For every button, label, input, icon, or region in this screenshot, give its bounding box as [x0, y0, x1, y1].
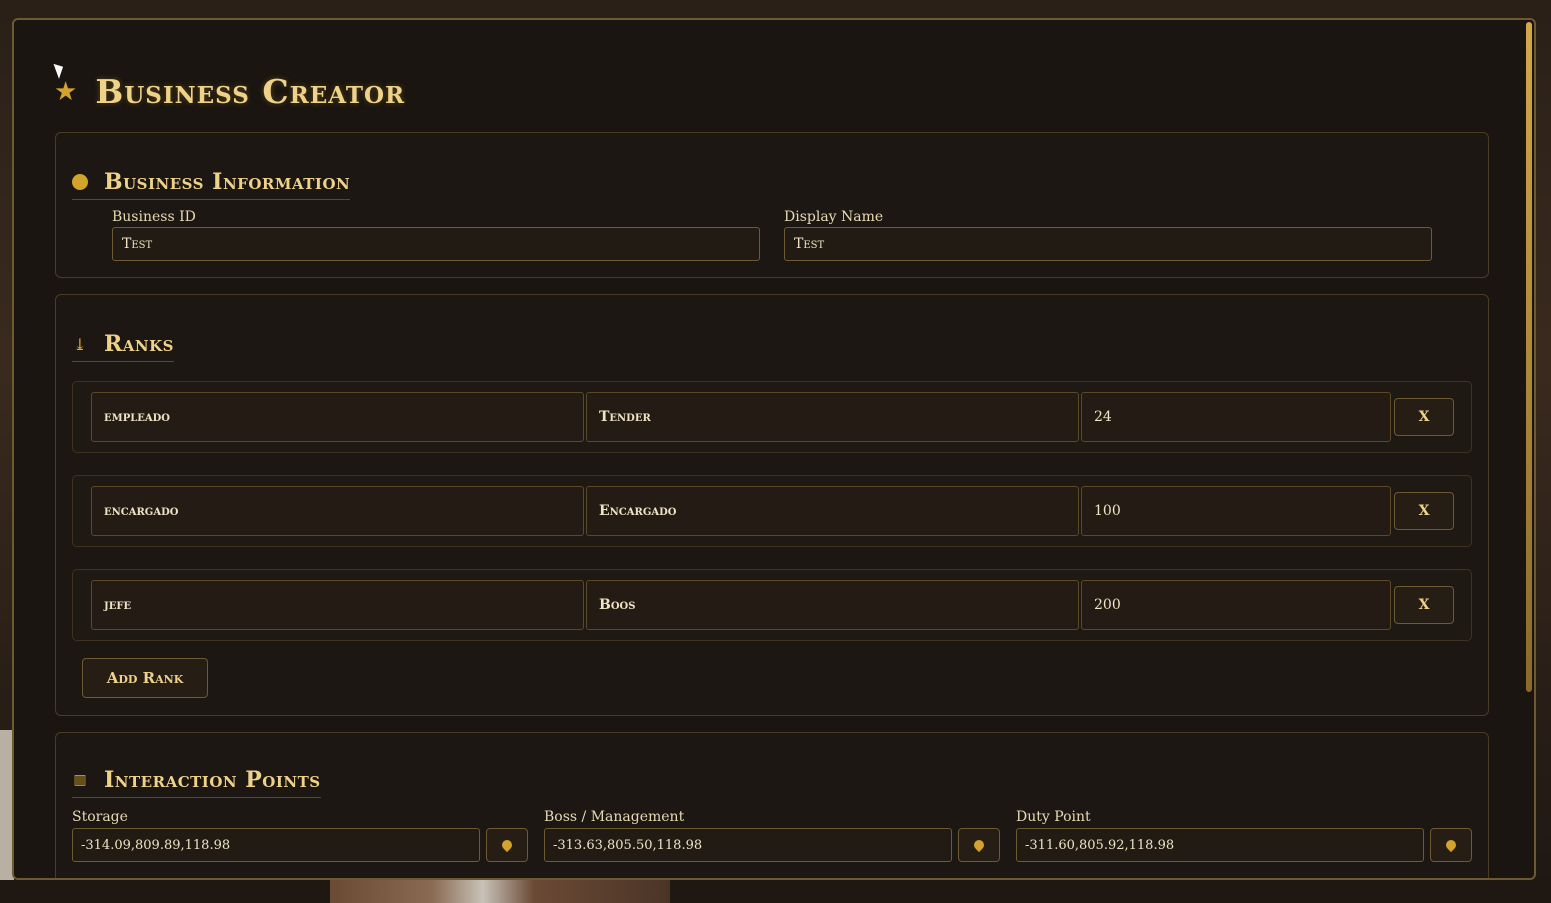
ranks-header: ⤓ Ranks [72, 331, 175, 362]
remove-rank-button[interactable]: X [1394, 398, 1454, 436]
business-information-title: Business Information [104, 169, 351, 195]
rank-label-input[interactable]: Tender [586, 392, 1079, 442]
rank-row: empleado Tender 24 X [72, 381, 1472, 453]
boss-management-label: Boss / Management [544, 809, 685, 825]
business-information-header: Business Information [72, 169, 351, 200]
rank-name-input[interactable]: empleado [91, 392, 584, 442]
remove-rank-button[interactable]: X [1394, 492, 1454, 530]
rank-value-input[interactable]: 100 [1081, 486, 1391, 536]
rank-name-input[interactable]: jefe [91, 580, 584, 630]
display-name-input[interactable]: Test [784, 227, 1432, 261]
interaction-points-card: ▥ Interaction Points Storage -314.09,809… [55, 732, 1489, 878]
business-information-card: Business Information Business ID Test Di… [55, 132, 1489, 278]
location-pin-icon [1443, 837, 1459, 853]
boss-management-set-location-button[interactable] [958, 828, 1000, 862]
location-pin-icon [499, 837, 515, 853]
page-title-text: Business Creator [95, 72, 406, 111]
remove-rank-button[interactable]: X [1394, 586, 1454, 624]
rank-name-input[interactable]: encargado [91, 486, 584, 536]
rank-row: jefe Boos 200 X [72, 569, 1472, 641]
location-pin-icon [971, 837, 987, 853]
business-id-label: Business ID [112, 209, 196, 225]
dot-icon [72, 174, 88, 190]
interaction-points-header: ▥ Interaction Points [72, 767, 321, 798]
rank-label-input[interactable]: Boos [586, 580, 1079, 630]
page-title: ★ Business Creator [54, 72, 405, 111]
storage-label: Storage [72, 809, 128, 825]
boss-management-coords-input[interactable]: -313.63,805.50,118.98 [544, 828, 952, 862]
rank-row: encargado Encargado 100 X [72, 475, 1472, 547]
ranks-card: ⤓ Ranks empleado Tender 24 X encargado E… [55, 294, 1489, 716]
scrollbar-thumb[interactable] [1526, 22, 1532, 692]
interaction-points-title: Interaction Points [104, 767, 321, 793]
rank-value-input[interactable]: 200 [1081, 580, 1391, 630]
duty-point-coords-input[interactable]: -311.60,805.92,118.98 [1016, 828, 1424, 862]
business-id-input[interactable]: Test [112, 227, 760, 261]
duty-point-label: Duty Point [1016, 809, 1091, 825]
star-icon: ★ [54, 76, 78, 107]
duty-point-set-location-button[interactable] [1430, 828, 1472, 862]
storage-set-location-button[interactable] [486, 828, 528, 862]
rank-label-input[interactable]: Encargado [586, 486, 1079, 536]
display-name-label: Display Name [784, 209, 884, 225]
ranks-title: Ranks [104, 331, 175, 357]
download-icon: ⤓ [73, 334, 87, 354]
map-icon: ▥ [73, 772, 87, 788]
storage-coords-input[interactable]: -314.09,809.89,118.98 [72, 828, 480, 862]
business-creator-window: ★ Business Creator Business Information … [12, 18, 1536, 880]
add-rank-button[interactable]: Add Rank [82, 658, 208, 698]
rank-value-input[interactable]: 24 [1081, 392, 1391, 442]
